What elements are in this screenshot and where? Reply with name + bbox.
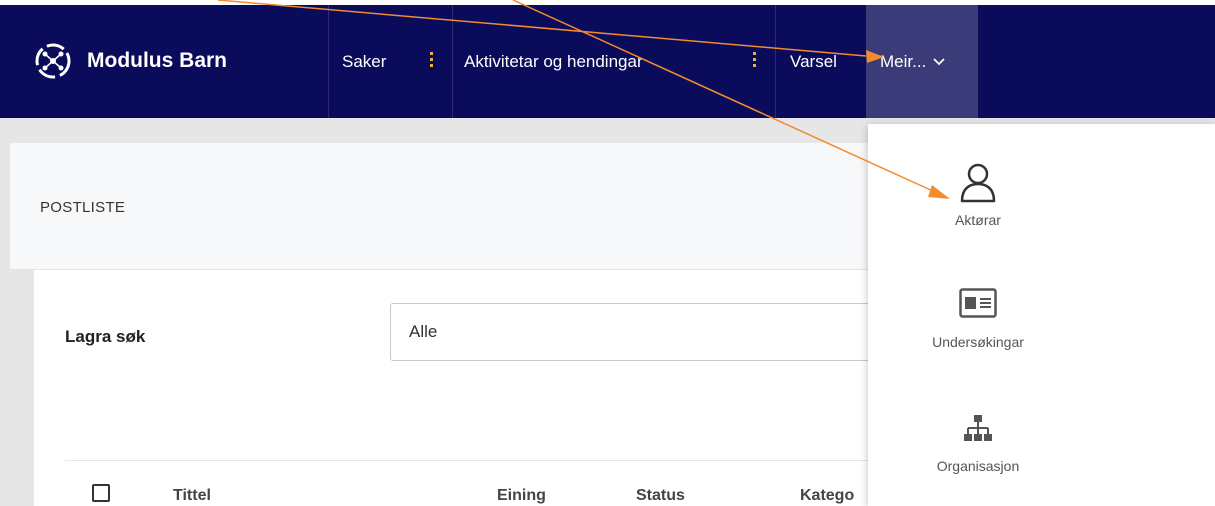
nav-item-aktivitetar[interactable]: Aktivitetar og hendingar — [464, 5, 643, 118]
chevron-down-icon — [933, 57, 945, 65]
select-all-checkbox[interactable] — [92, 484, 110, 502]
nav-item-label: Saker — [342, 51, 387, 71]
nav-separator — [775, 5, 776, 118]
menu-item-undersokingar[interactable]: Undersøkingar — [868, 288, 1088, 350]
menu-item-aktorar[interactable]: Aktørar — [868, 160, 1088, 228]
panel-header: POSTLISTE — [10, 143, 910, 270]
kebab-menu-icon[interactable] — [753, 52, 757, 70]
id-card-icon — [959, 288, 997, 318]
panel-body: Lagra søk Alle Tittel Eining Status Kate… — [34, 270, 914, 506]
brand[interactable]: Modulus Barn — [34, 36, 227, 86]
column-header-eining[interactable]: Eining — [497, 487, 546, 505]
divider — [65, 460, 914, 461]
nav-item-label: Aktivitetar og hendingar — [464, 51, 643, 71]
nav-item-varsel[interactable]: Varsel — [790, 5, 837, 118]
modulus-logo-icon — [35, 43, 71, 79]
more-dropdown-menu: Aktørar Undersøkingar Organisasjon — [868, 124, 1215, 506]
saved-search-value: Alle — [409, 322, 438, 341]
page-title: POSTLISTE — [40, 199, 126, 216]
brand-name: Modulus Barn — [87, 49, 227, 72]
nav-item-label: Varsel — [790, 51, 837, 71]
nav-more-button[interactable]: Meir... — [866, 5, 978, 118]
nav-separator — [452, 5, 453, 118]
column-header-tittel[interactable]: Tittel — [173, 487, 211, 505]
saved-search-select[interactable]: Alle — [390, 303, 910, 361]
column-header-kategori[interactable]: Katego — [800, 487, 854, 505]
kebab-menu-icon[interactable] — [430, 52, 434, 70]
menu-item-label: Organisasjon — [936, 458, 1020, 474]
nav-item-saker[interactable]: Saker — [342, 5, 386, 118]
column-header-status[interactable]: Status — [636, 487, 685, 505]
org-chart-icon — [964, 415, 992, 441]
menu-item-label: Undersøkingar — [932, 334, 1024, 350]
menu-item-label: Aktørar — [955, 212, 1001, 228]
menu-item-organisasjon[interactable]: Organisasjon — [868, 414, 1088, 474]
saved-search-label: Lagra søk — [65, 327, 146, 346]
nav-more-label: Meir... — [880, 51, 927, 71]
user-icon — [960, 163, 996, 203]
nav-separator — [328, 5, 329, 118]
